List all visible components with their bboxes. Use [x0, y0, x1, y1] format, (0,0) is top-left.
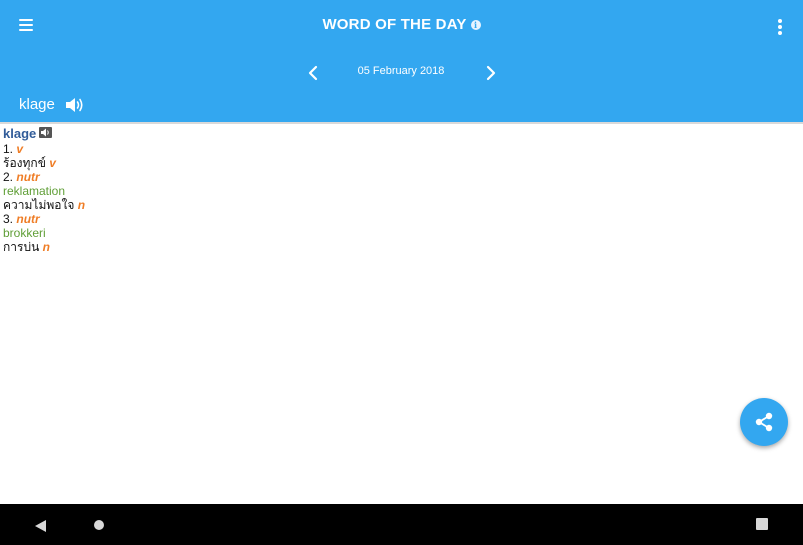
nav-recents-button[interactable] [756, 518, 768, 530]
play-audio-button[interactable] [39, 127, 53, 138]
thai-text: ความไม่พอใจ [3, 198, 75, 212]
dictionary-entry: klage 1. v ร้องทุกข์ v 2. nutr reklamati… [3, 126, 85, 254]
back-triangle-icon [35, 520, 46, 532]
part-of-speech: nutr [16, 212, 40, 226]
more-options-button[interactable] [770, 14, 790, 40]
sense-number: 2. [3, 170, 14, 184]
speaker-icon [66, 98, 83, 112]
sense-header: 3. nutr [3, 212, 85, 226]
danish-translation: brokkeri [3, 226, 46, 240]
part-of-speech: v [16, 142, 24, 156]
thai-text: การบ่น [3, 240, 40, 254]
pronounce-button[interactable] [64, 96, 86, 114]
title-container: WORD OF THE DAY i [0, 14, 803, 33]
part-of-speech: nutr [16, 170, 40, 184]
more-vert-icon-dot [778, 31, 782, 35]
next-day-button[interactable] [479, 62, 501, 84]
thai-part-of-speech: n [77, 198, 86, 212]
thai-part-of-speech: v [49, 156, 56, 170]
thai-translation: การบ่น n [3, 240, 85, 254]
date-label: 05 February 2018 [357, 65, 445, 77]
sense-header: 2. nutr [3, 170, 85, 184]
app-bar-divider [0, 122, 803, 124]
sense-number: 1. [3, 142, 14, 156]
page-title: WORD OF THE DAY [322, 16, 467, 33]
chevron-right-icon [486, 65, 496, 81]
sense-1: 1. v ร้องทุกข์ v [3, 142, 85, 170]
sense-2: 2. nutr reklamation ความไม่พอใจ n [3, 170, 85, 212]
nav-home-button[interactable] [94, 520, 104, 530]
thai-translation: ร้องทุกข์ v [3, 156, 85, 170]
thai-translation: ความไม่พอใจ n [3, 198, 85, 212]
system-nav-bar [0, 504, 803, 545]
app-bar: WORD OF THE DAY i 05 February 2018 klage [0, 0, 803, 122]
more-vert-icon [778, 19, 782, 23]
word-of-day-label: klage [19, 96, 55, 113]
headword: klage [3, 126, 37, 141]
share-icon [755, 412, 773, 432]
sense-3: 3. nutr brokkeri การบ่น n [3, 212, 85, 254]
danish-translation: reklamation [3, 184, 66, 198]
share-button[interactable] [740, 398, 788, 446]
thai-part-of-speech: n [42, 240, 50, 254]
sense-header: 1. v [3, 142, 85, 156]
sense-number: 3. [3, 212, 14, 226]
nav-back-button[interactable] [34, 518, 48, 537]
info-icon[interactable]: i [470, 19, 481, 30]
entry-headline: klage [3, 126, 85, 142]
more-vert-icon-dot [778, 25, 782, 29]
small-speaker-icon [41, 128, 49, 137]
thai-text: ร้องทุกข์ [3, 156, 46, 170]
